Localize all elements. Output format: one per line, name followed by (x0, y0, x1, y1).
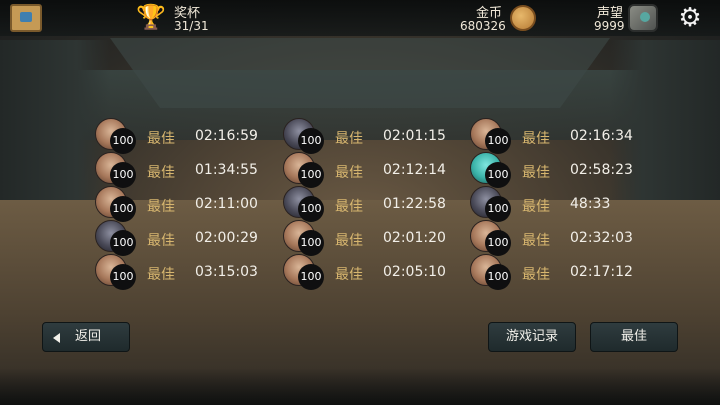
level-badge: 100 (110, 264, 136, 290)
gear-icon[interactable]: ⚙ (676, 4, 704, 32)
best-time: 02:58:23 (570, 162, 633, 178)
level-badge: 100 (298, 264, 324, 290)
record-row: 100 最佳 02:12:14 (283, 152, 463, 188)
best-time: 02:00:29 (195, 230, 258, 246)
best-time: 48:33 (570, 196, 611, 212)
level-badge: 100 (485, 196, 511, 222)
level-badge: 100 (110, 196, 136, 222)
gold-value: 680326 (460, 19, 506, 33)
record-row: 100 最佳 01:34:55 (95, 152, 275, 188)
level-badge: 100 (110, 128, 136, 154)
record-row: 100 最佳 02:32:03 (470, 220, 650, 256)
reputation-value: 9999 (594, 19, 625, 33)
game-records-label: 游戏记录 (505, 329, 558, 344)
record-row: 100 最佳 02:16:59 (95, 118, 275, 154)
level-badge: 100 (485, 128, 511, 154)
record-row: 100 最佳 03:15:03 (95, 254, 275, 290)
best-button[interactable]: 最佳 (590, 322, 678, 352)
best-label: 最佳 (335, 131, 363, 147)
best-label: 最佳 (335, 233, 363, 249)
back-button[interactable]: 返回 (42, 322, 130, 352)
trophy-value: 31/31 (174, 19, 209, 33)
level-badge: 100 (298, 162, 324, 188)
record-row: 100 最佳 02:16:34 (470, 118, 650, 154)
best-label: 最佳 (522, 165, 550, 181)
level-badge: 100 (298, 230, 324, 256)
record-row: 100 最佳 02:58:23 (470, 152, 650, 188)
best-label: 最佳 (335, 165, 363, 181)
best-label: 最佳 (147, 267, 175, 283)
best-time: 02:16:34 (570, 128, 633, 144)
record-row: 100 最佳 02:01:20 (283, 220, 463, 256)
best-label: 最佳 (147, 131, 175, 147)
best-label: 最佳 (147, 199, 175, 215)
level-badge: 100 (485, 230, 511, 256)
map-icon[interactable] (10, 4, 42, 32)
game-records-button[interactable]: 游戏记录 (488, 322, 576, 352)
back-button-label: 返回 (75, 329, 102, 344)
record-row: 100 最佳 48:33 (470, 186, 650, 222)
best-time: 02:05:10 (383, 264, 446, 280)
best-time: 02:01:15 (383, 128, 446, 144)
arena-canopy (110, 38, 610, 108)
best-time: 02:17:12 (570, 264, 633, 280)
best-time: 02:11:00 (195, 196, 258, 212)
best-time: 02:12:14 (383, 162, 446, 178)
best-label: 最佳 (335, 199, 363, 215)
back-arrow-icon (53, 333, 60, 343)
record-row: 100 最佳 02:17:12 (470, 254, 650, 290)
trophy-icon: 🏆 (136, 3, 166, 31)
record-row: 100 最佳 02:11:00 (95, 186, 275, 222)
best-time: 03:15:03 (195, 264, 258, 280)
bottom-bar (0, 368, 720, 405)
record-row: 100 最佳 02:05:10 (283, 254, 463, 290)
best-label: 最佳 (522, 131, 550, 147)
best-label: 最佳 (522, 267, 550, 283)
level-badge: 100 (110, 230, 136, 256)
coin-icon (510, 5, 536, 31)
best-time: 01:34:55 (195, 162, 258, 178)
best-time: 02:01:20 (383, 230, 446, 246)
reputation-icon (628, 4, 658, 32)
record-row: 100 最佳 01:22:58 (283, 186, 463, 222)
best-time: 02:16:59 (195, 128, 258, 144)
best-label: 最佳 (147, 165, 175, 181)
best-time: 01:22:58 (383, 196, 446, 212)
best-label: 最佳 (335, 267, 363, 283)
level-badge: 100 (485, 264, 511, 290)
best-time: 02:32:03 (570, 230, 633, 246)
best-label: 最佳 (147, 233, 175, 249)
best-label: 最佳 (522, 199, 550, 215)
best-button-label: 最佳 (620, 329, 647, 344)
record-row: 100 最佳 02:00:29 (95, 220, 275, 256)
level-badge: 100 (298, 128, 324, 154)
best-label: 最佳 (522, 233, 550, 249)
top-hud-bar: 🏆 奖杯 31/31 金币 680326 声望 9999 ⚙ (0, 0, 720, 36)
level-badge: 100 (298, 196, 324, 222)
level-badge: 100 (110, 162, 136, 188)
level-badge: 100 (485, 162, 511, 188)
record-row: 100 最佳 02:01:15 (283, 118, 463, 154)
